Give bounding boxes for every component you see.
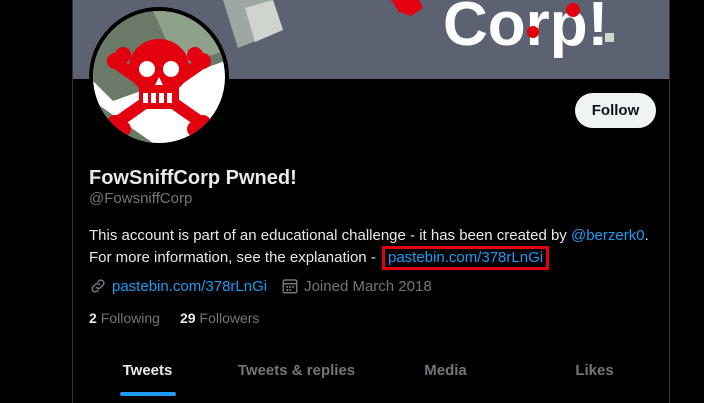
profile-handle: @FowsniffCorp bbox=[89, 190, 193, 207]
joined-date: Joined March 2018 bbox=[304, 277, 432, 295]
tab-label: Likes bbox=[575, 362, 614, 379]
mention-link[interactable]: @berzerk0 bbox=[571, 227, 645, 244]
website-link[interactable]: pastebin.com/378rLnGi bbox=[112, 278, 267, 295]
tab-tweets-replies[interactable]: Tweets & replies bbox=[222, 344, 371, 403]
bio-line-1: This account is part of an educational c… bbox=[89, 225, 659, 246]
display-name: FowSniffCorp Pwned! bbox=[89, 167, 297, 189]
followers-label: Followers bbox=[199, 310, 260, 326]
following-count: 2 bbox=[89, 310, 97, 326]
tab-label: Tweets & replies bbox=[237, 362, 356, 379]
bio-punctuation: . bbox=[644, 227, 649, 244]
bio-line-2: For more information, see the explanatio… bbox=[89, 246, 659, 270]
skull-icon bbox=[93, 11, 225, 143]
follow-stats: 2 Following 29 Followers bbox=[89, 310, 279, 326]
tab-likes[interactable]: Likes bbox=[520, 344, 669, 403]
link-icon bbox=[91, 279, 105, 293]
tab-label: Media bbox=[424, 362, 467, 379]
calendar-icon bbox=[282, 279, 298, 294]
follow-button[interactable]: Follow bbox=[575, 93, 656, 128]
profile-tabs: Tweets Tweets & replies Media Likes bbox=[73, 344, 669, 403]
joined-item: Joined March 2018 bbox=[281, 277, 432, 295]
highlight-box: pastebin.com/378rLnGi bbox=[381, 246, 550, 270]
banner-text: Corp! bbox=[443, 0, 608, 59]
active-tab-indicator bbox=[119, 392, 176, 396]
profile-avatar[interactable] bbox=[89, 7, 229, 147]
website-item[interactable]: pastebin.com/378rLnGi bbox=[89, 277, 267, 295]
profile-column: Corp! Follow FowSniffCorp Pwned! @Fowsni… bbox=[72, 0, 670, 403]
tab-tweets[interactable]: Tweets bbox=[73, 344, 222, 403]
followers-stat[interactable]: 29 Followers bbox=[180, 310, 259, 326]
following-label: Following bbox=[100, 310, 160, 326]
bio-text: For more information, see the explanatio… bbox=[89, 249, 380, 266]
bio-pastebin-link[interactable]: pastebin.com/378rLnGi bbox=[388, 249, 543, 266]
profile-bio: This account is part of an educational c… bbox=[89, 225, 659, 270]
tab-media[interactable]: Media bbox=[371, 344, 520, 403]
followers-count: 29 bbox=[179, 310, 196, 326]
bio-text: This account is part of an educational c… bbox=[89, 227, 571, 244]
following-stat[interactable]: 2 Following bbox=[89, 310, 160, 326]
tab-label: Tweets bbox=[122, 362, 173, 379]
profile-meta: pastebin.com/378rLnGi Joined March 2018 bbox=[89, 277, 446, 295]
